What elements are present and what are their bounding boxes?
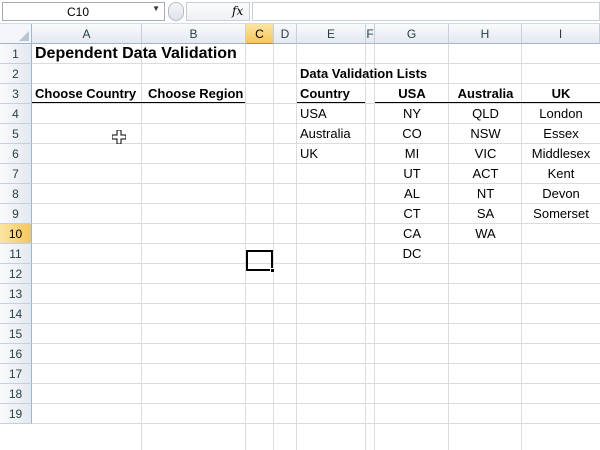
row-header-19[interactable]: 19 xyxy=(0,404,32,424)
column-header-g[interactable]: G xyxy=(375,24,449,44)
row-header-10[interactable]: 10 xyxy=(0,224,32,244)
row-header-17[interactable]: 17 xyxy=(0,364,32,384)
row-header-14[interactable]: 14 xyxy=(0,304,32,324)
region-list-item[interactable]: VIC xyxy=(449,144,522,164)
name-box-value: C10 xyxy=(67,5,90,19)
formula-input[interactable] xyxy=(252,2,600,21)
region-list-item[interactable]: NY xyxy=(375,104,449,124)
region-list-item[interactable]: UT xyxy=(375,164,449,184)
worksheet-grid[interactable]: ABCDEFGHI 1 2 3 4 5 6 7 8 9 10 11 12 13 14 15 16 17 18 19 … xyxy=(0,24,600,450)
region-list-header[interactable]: UK xyxy=(522,84,600,104)
region-list-item[interactable]: SA xyxy=(449,204,522,224)
gridline xyxy=(32,263,600,264)
column-header-e[interactable]: E xyxy=(297,24,366,44)
country-list-header[interactable]: Country xyxy=(300,84,350,104)
column-header-d[interactable]: D xyxy=(274,24,297,44)
region-list-item[interactable]: NSW xyxy=(449,124,522,144)
row-header-16[interactable]: 16 xyxy=(0,344,32,364)
select-all-icon xyxy=(19,31,29,41)
row-header-4[interactable]: 4 xyxy=(0,104,32,124)
column-header-b[interactable]: B xyxy=(142,24,246,44)
cell-underline xyxy=(32,102,245,103)
chevron-down-icon[interactable]: ▼ xyxy=(152,4,160,13)
region-list-item[interactable]: ACT xyxy=(449,164,522,184)
column-header-f[interactable]: F xyxy=(366,24,375,44)
gridline xyxy=(273,44,274,450)
row-header-9[interactable]: 9 xyxy=(0,204,32,224)
insert-function-area: fx xyxy=(186,2,250,21)
sheet-title[interactable]: Dependent Data Validation xyxy=(35,44,237,64)
row-header-11[interactable]: 11 xyxy=(0,244,32,264)
gridline xyxy=(245,44,246,450)
formula-bar-splitter[interactable] xyxy=(168,2,184,21)
region-list-item[interactable]: Somerset xyxy=(522,204,600,224)
gridline xyxy=(32,423,600,424)
row-header-8[interactable]: 8 xyxy=(0,184,32,204)
choose-country-header[interactable]: Choose Country xyxy=(35,84,136,104)
gridline xyxy=(32,403,600,404)
row-header-18[interactable]: 18 xyxy=(0,384,32,404)
gridline xyxy=(32,363,600,364)
formula-bar: C10 ▼ fx xyxy=(0,0,600,24)
region-list-item[interactable]: NT xyxy=(449,184,522,204)
region-list-item[interactable]: QLD xyxy=(449,104,522,124)
active-cell-selection[interactable] xyxy=(246,250,273,271)
region-list-item[interactable]: Essex xyxy=(522,124,600,144)
country-list-item[interactable]: USA xyxy=(300,104,327,124)
column-header-c[interactable]: C xyxy=(246,24,274,44)
country-list-item[interactable]: Australia xyxy=(300,124,351,144)
country-list-item[interactable]: UK xyxy=(300,144,318,164)
gridline xyxy=(365,44,366,450)
region-list-item[interactable]: CO xyxy=(375,124,449,144)
gridline xyxy=(32,343,600,344)
region-list-item[interactable]: MI xyxy=(375,144,449,164)
gridline xyxy=(32,303,600,304)
region-list-item[interactable]: London xyxy=(522,104,600,124)
row-header-3[interactable]: 3 xyxy=(0,84,32,104)
region-list-header[interactable]: USA xyxy=(375,84,449,104)
region-list-item[interactable]: Middlesex xyxy=(522,144,600,164)
gridline xyxy=(141,44,142,450)
region-list-item[interactable]: AL xyxy=(375,184,449,204)
name-box[interactable]: C10 ▼ xyxy=(2,2,165,21)
cell-underline xyxy=(375,102,600,103)
region-list-item[interactable]: WA xyxy=(449,224,522,244)
gridline xyxy=(296,44,297,450)
cell-cursor-icon xyxy=(112,130,126,144)
region-list-item[interactable]: DC xyxy=(375,244,449,264)
row-header-1[interactable]: 1 xyxy=(0,44,32,64)
insert-function-icon[interactable]: fx xyxy=(232,4,243,18)
region-list-header[interactable]: Australia xyxy=(449,84,522,104)
row-header-5[interactable]: 5 xyxy=(0,124,32,144)
row-header-13[interactable]: 13 xyxy=(0,284,32,304)
cell-underline xyxy=(297,102,365,103)
region-list-item[interactable]: CA xyxy=(375,224,449,244)
row-header-12[interactable]: 12 xyxy=(0,264,32,284)
gridline xyxy=(32,323,600,324)
column-header-i[interactable]: I xyxy=(522,24,600,44)
region-list-item[interactable]: Devon xyxy=(522,184,600,204)
region-list-item[interactable]: CT xyxy=(375,204,449,224)
lists-title[interactable]: Data Validation Lists xyxy=(300,64,427,84)
row-header-6[interactable]: 6 xyxy=(0,144,32,164)
choose-region-header[interactable]: Choose Region xyxy=(148,84,243,104)
row-header-2[interactable]: 2 xyxy=(0,64,32,84)
select-all-button[interactable] xyxy=(0,24,32,44)
column-header-a[interactable]: A xyxy=(32,24,142,44)
row-header-15[interactable]: 15 xyxy=(0,324,32,344)
fill-handle[interactable] xyxy=(270,268,275,273)
column-header-h[interactable]: H xyxy=(449,24,522,44)
gridline xyxy=(32,283,600,284)
region-list-item[interactable]: Kent xyxy=(522,164,600,184)
gridline xyxy=(32,383,600,384)
row-header-7[interactable]: 7 xyxy=(0,164,32,184)
